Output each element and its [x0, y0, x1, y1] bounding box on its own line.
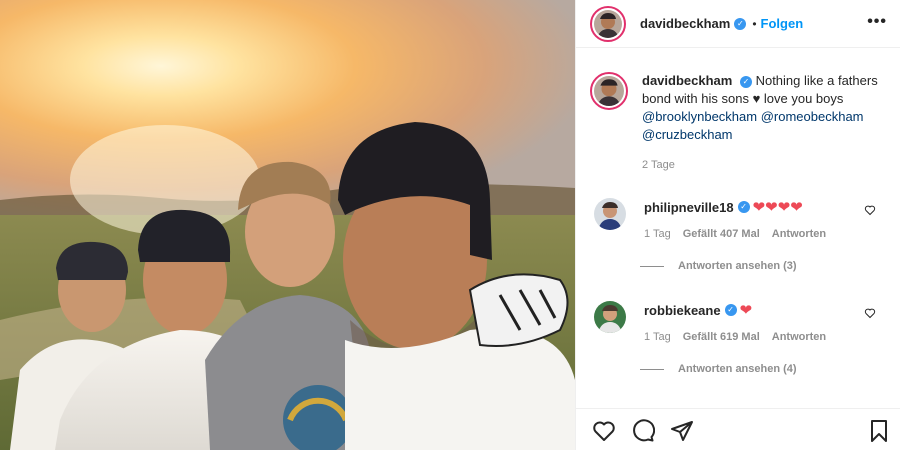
caption-username[interactable]: davidbeckham — [642, 73, 732, 88]
mention-cruz[interactable]: @cruzbeckham — [642, 127, 733, 142]
commenter-username[interactable]: philipneville18 — [644, 200, 734, 215]
more-icon[interactable]: ••• — [867, 13, 887, 31]
post-sidebar: davidbeckham ✓ • Folgen ••• davidbeckham — [575, 0, 900, 450]
comment-icon[interactable] — [631, 419, 655, 443]
commenter-avatar[interactable] — [594, 301, 626, 333]
comment-body: philipneville18 ✓ ❤❤❤❤ 1 Tag Gefällt 407… — [644, 198, 844, 241]
share-icon[interactable] — [670, 419, 694, 443]
comment-item: philipneville18 ✓ ❤❤❤❤ 1 Tag Gefällt 407… — [590, 198, 890, 272]
post-photo[interactable] — [0, 0, 575, 450]
replies-divider — [640, 265, 664, 267]
reply-button[interactable]: Antworten — [772, 331, 826, 343]
separator-dot: • — [752, 16, 757, 31]
caption-avatar — [594, 76, 624, 106]
comment-heart-icon[interactable] — [864, 307, 876, 319]
author-avatar-ring[interactable] — [590, 5, 626, 42]
mention-romeo[interactable]: @romeobeckham — [761, 109, 864, 124]
verified-badge-icon: ✓ — [739, 75, 752, 88]
comment-text: ❤❤❤❤ — [752, 198, 803, 216]
view-replies-label: Antworten ansehen (3) — [678, 260, 797, 272]
author-avatar — [594, 9, 622, 38]
reply-button[interactable]: Antworten — [772, 228, 826, 240]
comment-likes[interactable]: Gefällt 619 Mal — [683, 331, 760, 343]
post-header: davidbeckham ✓ • Folgen ••• — [576, 0, 900, 48]
comment-age[interactable]: 1 Tag — [644, 331, 671, 343]
post-age[interactable]: 2 Tage — [642, 156, 882, 174]
verified-badge-icon: ✓ — [737, 201, 750, 213]
follow-button[interactable]: Folgen — [761, 16, 804, 31]
author-username[interactable]: davidbeckham — [640, 16, 730, 31]
comment-item: robbiekeane ✓ ❤ 1 Tag Gefällt 619 Mal An… — [590, 301, 890, 375]
comment-age[interactable]: 1 Tag — [644, 228, 671, 240]
caption-body: davidbeckham ✓ Nothing like a fathers bo… — [642, 72, 882, 174]
view-replies-button[interactable]: Antworten ansehen (3) — [640, 260, 890, 272]
commenter-username[interactable]: robbiekeane — [644, 303, 721, 318]
commenter-avatar[interactable] — [594, 198, 626, 230]
view-replies-button[interactable]: Antworten ansehen (4) — [640, 363, 890, 375]
comment-heart-icon[interactable] — [864, 204, 876, 216]
verified-badge-icon: ✓ — [734, 17, 747, 30]
action-bar — [576, 408, 900, 450]
comment-line: robbiekeane ✓ ❤ — [644, 301, 844, 319]
replies-divider — [640, 368, 664, 370]
author-face-icon — [594, 9, 622, 38]
instagram-post-view: davidbeckham ✓ • Folgen ••• davidbeckham — [0, 0, 900, 450]
commenter-face-icon — [594, 301, 626, 333]
comment-body: robbiekeane ✓ ❤ 1 Tag Gefällt 619 Mal An… — [644, 301, 844, 344]
comment-likes[interactable]: Gefällt 407 Mal — [683, 228, 760, 240]
author-face-icon — [594, 76, 624, 106]
heart-icon[interactable] — [592, 419, 616, 443]
bookmark-icon[interactable] — [867, 419, 891, 443]
comment-text: ❤ — [739, 301, 753, 319]
caption-avatar-ring[interactable] — [590, 72, 628, 110]
verified-badge-icon: ✓ — [724, 304, 737, 316]
post-caption: davidbeckham ✓ Nothing like a fathers bo… — [590, 72, 890, 174]
mention-brooklyn[interactable]: @brooklynbeckham — [642, 109, 757, 124]
comment-meta: 1 Tag Gefällt 407 Mal Antworten — [644, 228, 844, 240]
comment-line: philipneville18 ✓ ❤❤❤❤ — [644, 198, 844, 216]
sunset-family-photo — [0, 0, 575, 450]
view-replies-label: Antworten ansehen (4) — [678, 363, 797, 375]
commenter-face-icon — [594, 198, 626, 230]
comment-meta: 1 Tag Gefällt 619 Mal Antworten — [644, 331, 844, 343]
